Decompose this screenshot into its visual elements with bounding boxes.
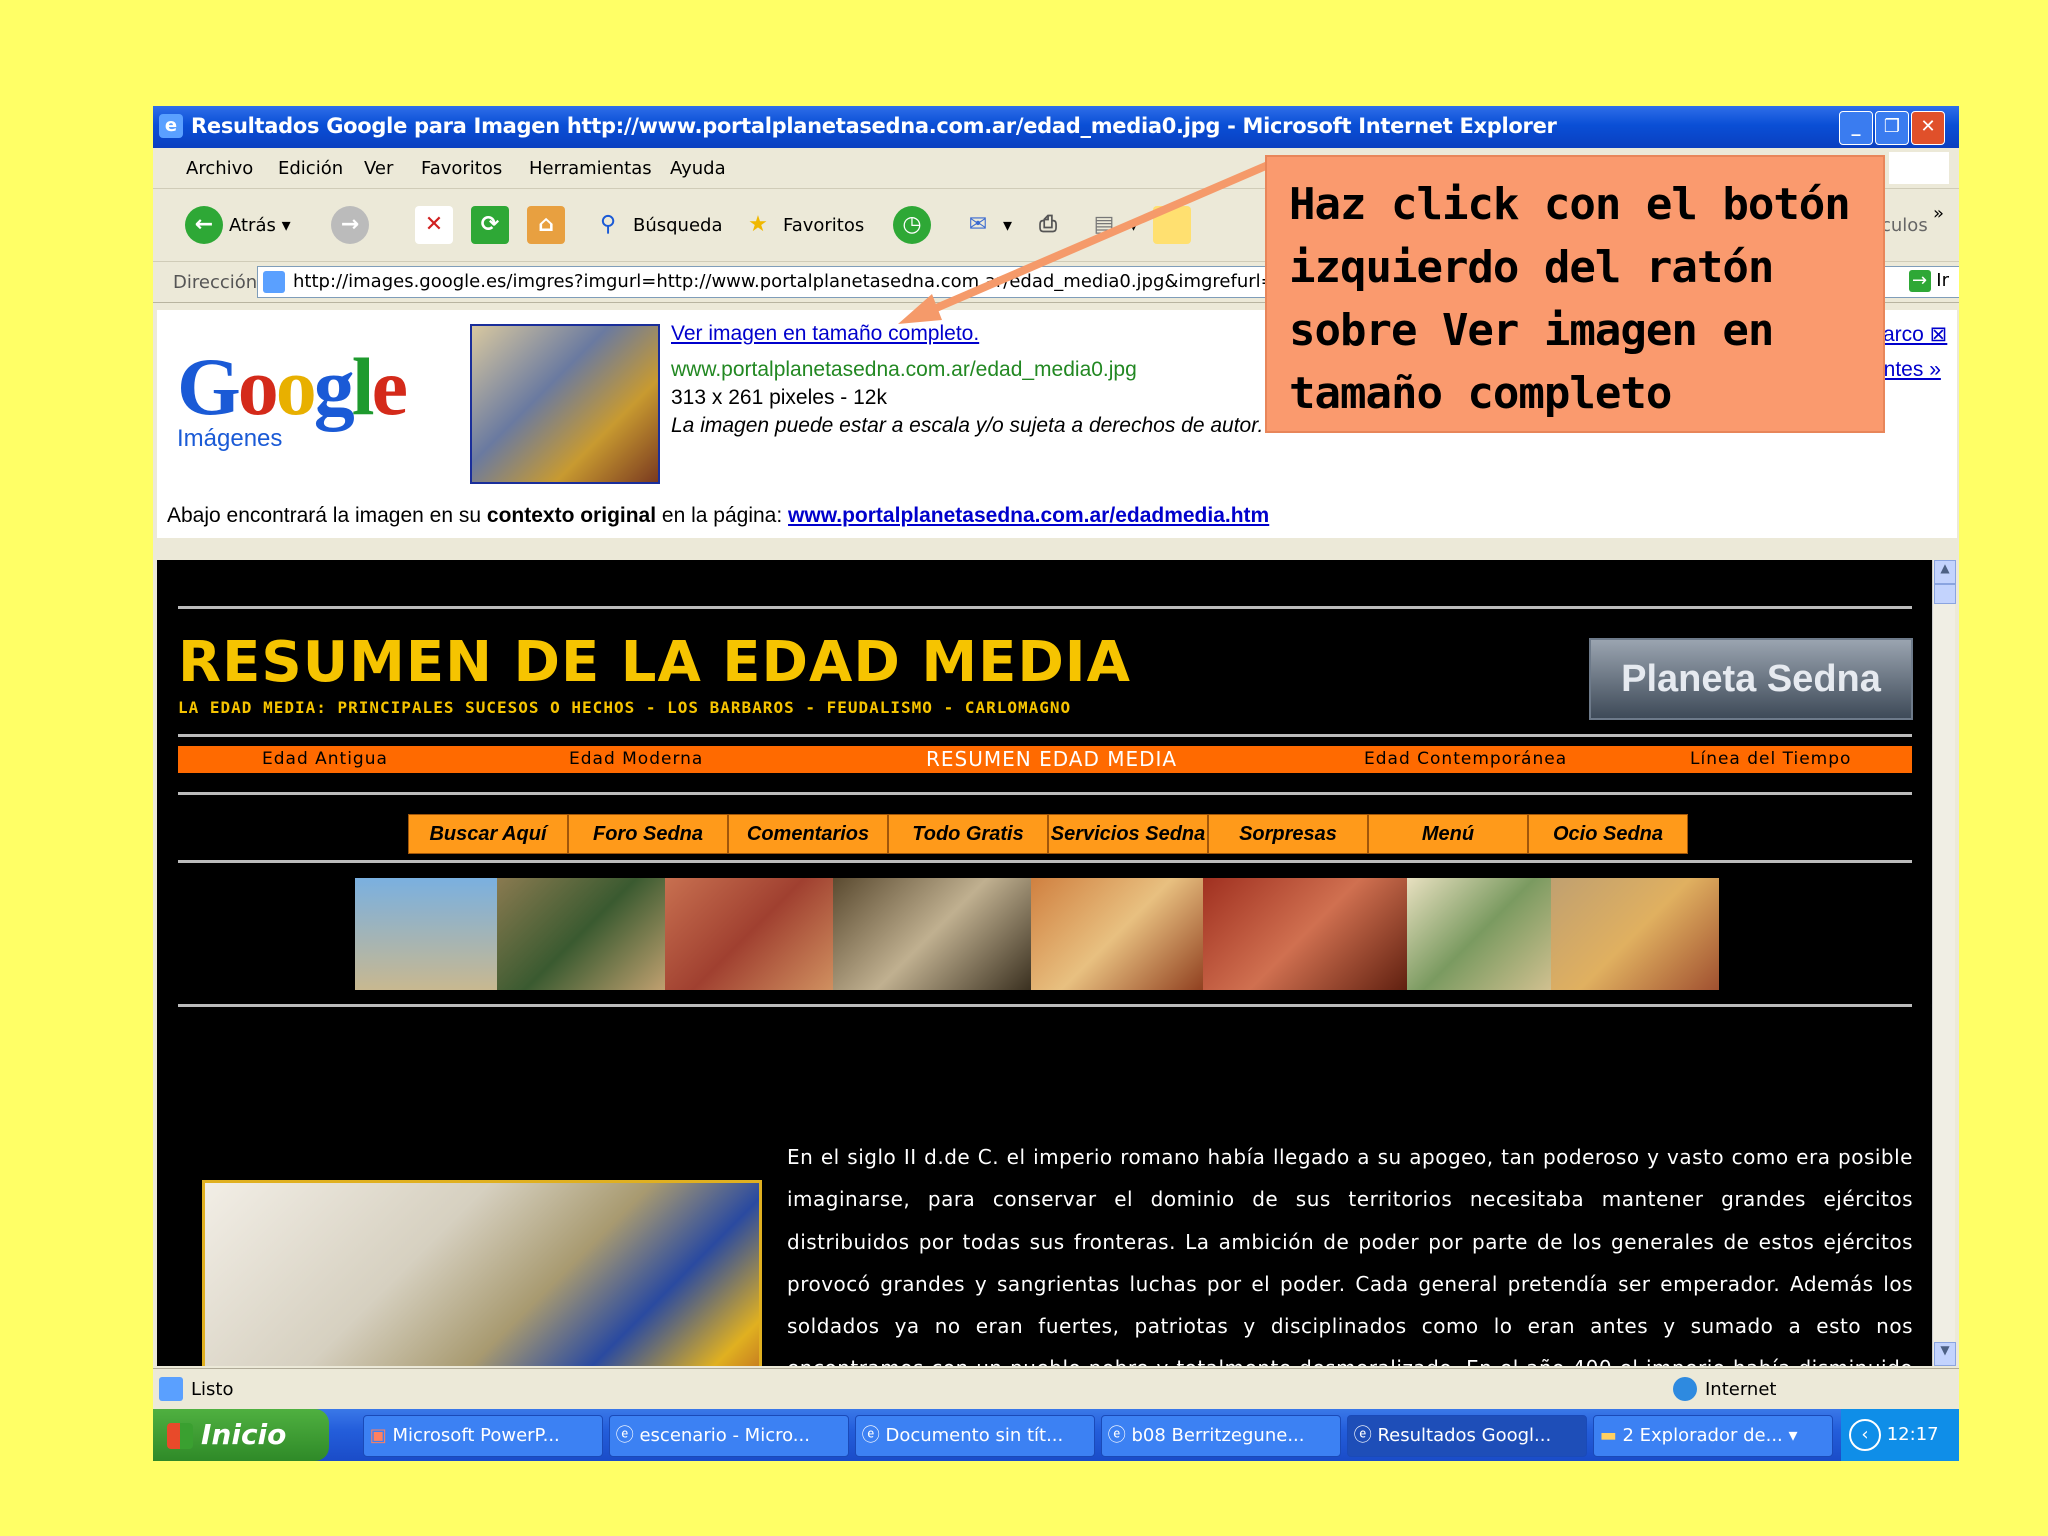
instruction-callout: Haz click con el botón izquierdo del rat… — [1265, 155, 1885, 433]
arrow-line — [918, 161, 1270, 319]
callout-text: Haz click con el botón izquierdo del rat… — [1289, 179, 1851, 419]
arrow-head-icon — [898, 294, 942, 324]
